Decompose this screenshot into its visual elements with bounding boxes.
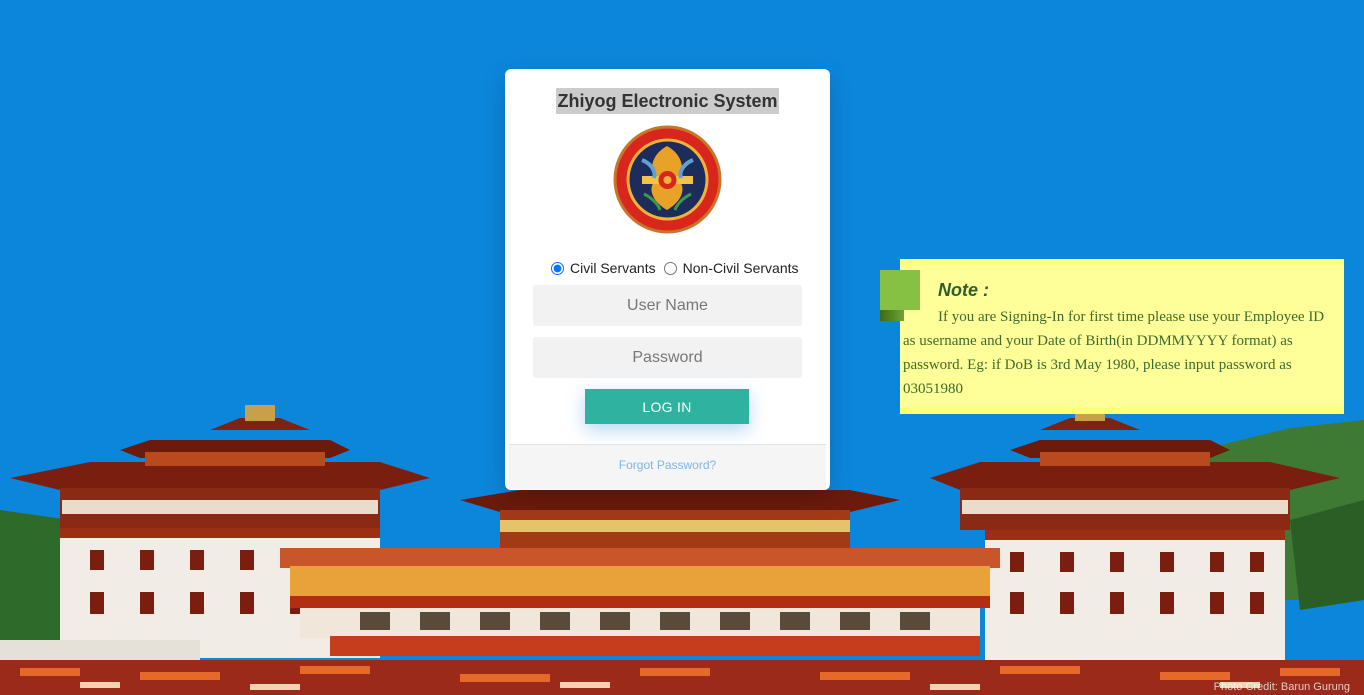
login-card: Zhiyog Electronic System Civil Servants … [505, 69, 830, 490]
commission-emblem-icon [613, 125, 722, 234]
forgot-password-link[interactable]: Forgot Password? [619, 458, 716, 472]
login-button[interactable]: LOG IN [585, 389, 749, 424]
password-input[interactable] [533, 337, 802, 378]
civil-servants-radio[interactable] [551, 261, 564, 275]
user-type-selector: Civil Servants Non-Civil Servants [551, 260, 807, 276]
note-marker-icon [880, 270, 920, 310]
note-body: If you are Signing-In for first time ple… [903, 309, 1325, 397]
photo-credit: Photo Credit: Barun Gurung [1213, 681, 1350, 693]
note-box: Note : If you are Signing-In for first t… [900, 259, 1344, 414]
non-civil-servants-label: Non-Civil Servants [682, 260, 799, 276]
radio-civil-servants[interactable]: Civil Servants [551, 260, 656, 276]
civil-servants-label: Civil Servants [570, 260, 656, 276]
username-input[interactable] [533, 285, 802, 326]
radio-non-civil-servants[interactable]: Non-Civil Servants [663, 260, 799, 276]
note-marker-shadow [880, 310, 904, 321]
title-wrap: Zhiyog Electronic System [505, 88, 830, 116]
card-footer: Forgot Password? [509, 444, 826, 489]
note-heading: Note : [938, 280, 989, 300]
non-civil-servants-radio[interactable] [663, 261, 677, 275]
system-title: Zhiyog Electronic System [556, 88, 779, 114]
